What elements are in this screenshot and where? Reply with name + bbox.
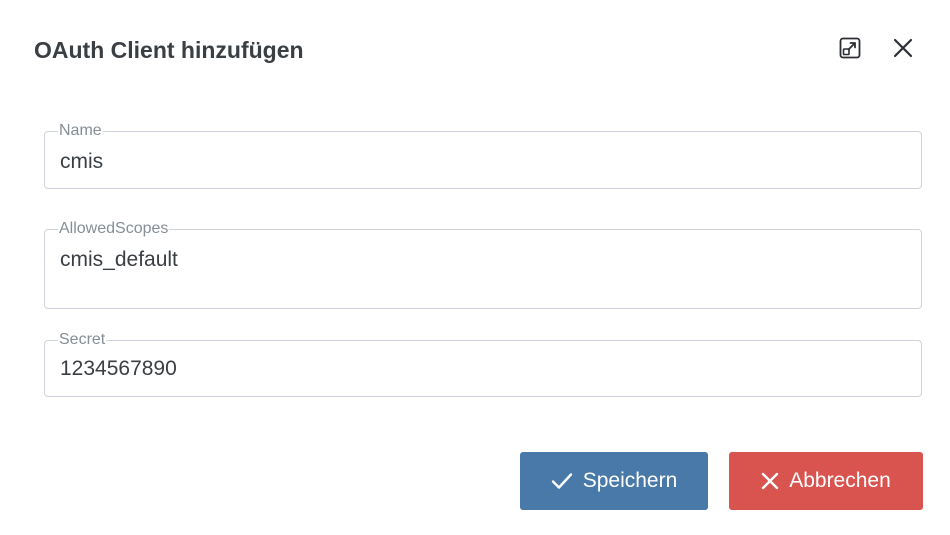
allowed-scopes-field: AllowedScopes cmis_default xyxy=(44,220,922,309)
close-icon xyxy=(893,38,913,63)
secret-input[interactable] xyxy=(60,355,906,383)
maximize-button[interactable] xyxy=(836,36,864,64)
close-button[interactable] xyxy=(889,36,917,64)
name-input[interactable] xyxy=(60,148,906,176)
secret-field: Secret xyxy=(44,331,922,397)
name-field: Name xyxy=(44,122,922,189)
open-in-new-icon xyxy=(839,37,861,64)
cancel-button-label: Abbrechen xyxy=(789,469,891,492)
allowed-scopes-label: AllowedScopes xyxy=(58,220,170,238)
check-icon xyxy=(551,472,573,490)
save-button[interactable]: Speichern xyxy=(520,452,708,510)
oauth-client-dialog: OAuth Client hinzufügen Name AllowedScop… xyxy=(0,0,950,535)
allowed-scopes-input[interactable]: cmis_default xyxy=(60,246,906,296)
save-button-label: Speichern xyxy=(582,469,678,492)
cancel-button[interactable]: Abbrechen xyxy=(729,452,923,510)
name-label: Name xyxy=(58,122,103,140)
close-icon xyxy=(761,472,779,490)
dialog-title: OAuth Client hinzufügen xyxy=(34,37,304,63)
secret-label: Secret xyxy=(58,331,107,349)
